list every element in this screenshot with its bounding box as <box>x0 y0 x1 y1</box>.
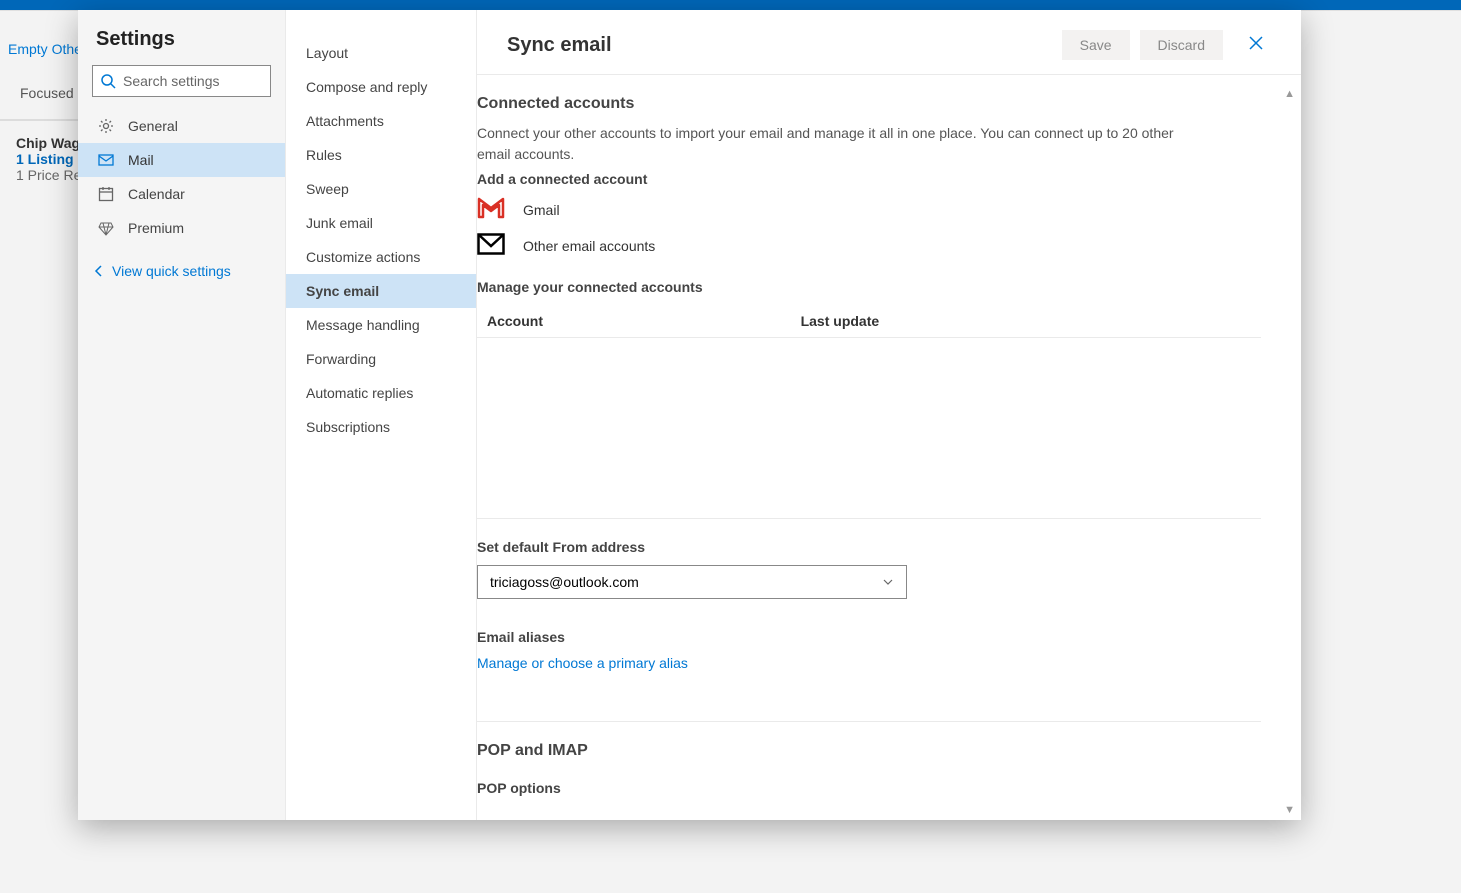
manage-primary-alias-link[interactable]: Manage or choose a primary alias <box>477 655 1261 671</box>
sidebar-item-premium[interactable]: Premium <box>78 211 285 245</box>
add-gmail-account[interactable]: Gmail <box>477 197 1261 219</box>
col-account: Account <box>477 305 791 338</box>
add-other-email-account[interactable]: Other email accounts <box>477 233 1261 255</box>
search-settings[interactable] <box>92 65 271 97</box>
settings-sidebar: Settings General Mail Calendar Premium V… <box>78 10 286 820</box>
panel-body[interactable]: Connected accounts Connect your other ac… <box>477 75 1301 820</box>
save-button[interactable]: Save <box>1062 30 1130 60</box>
label: Calendar <box>128 186 185 202</box>
connected-accounts-heading: Connected accounts <box>477 95 1261 113</box>
subnav-rules[interactable]: Rules <box>286 138 476 172</box>
connected-accounts-table: Account Last update <box>477 305 1261 338</box>
search-input[interactable] <box>92 65 271 97</box>
diamond-icon <box>98 220 114 236</box>
empty-other-link: Empty Othe <box>8 41 82 57</box>
panel-header: Sync email Save Discard <box>477 10 1301 75</box>
settings-panel: Sync email Save Discard ▲ Connected acco… <box>477 10 1301 820</box>
search-icon <box>100 73 116 89</box>
discard-button[interactable]: Discard <box>1140 30 1223 60</box>
subnav-attachments[interactable]: Attachments <box>286 104 476 138</box>
connected-accounts-desc: Connect your other accounts to import yo… <box>477 123 1197 165</box>
subnav-customize-actions[interactable]: Customize actions <box>286 240 476 274</box>
subnav-message-handling[interactable]: Message handling <box>286 308 476 342</box>
focused-tab: Focused <box>20 85 74 113</box>
gear-icon <box>98 118 114 134</box>
manage-accounts-heading: Manage your connected accounts <box>477 279 1261 295</box>
pop-options-heading: POP options <box>477 780 1261 796</box>
label: Other email accounts <box>523 234 655 254</box>
divider <box>477 518 1261 519</box>
calendar-icon <box>98 186 114 202</box>
scroll-down-icon: ▼ <box>1284 804 1295 816</box>
label: Gmail <box>523 198 560 218</box>
default-from-heading: Set default From address <box>477 539 1261 555</box>
sidebar-item-general[interactable]: General <box>78 109 285 143</box>
col-last-update: Last update <box>791 305 1261 338</box>
divider <box>477 721 1261 722</box>
pop-imap-heading: POP and IMAP <box>477 742 1261 760</box>
sidebar-item-mail[interactable]: Mail <box>78 143 285 177</box>
dropdown-value: triciagoss@outlook.com <box>490 574 639 590</box>
settings-title: Settings <box>78 28 285 65</box>
close-button[interactable] <box>1241 34 1271 57</box>
close-icon <box>1247 34 1265 52</box>
subnav-layout[interactable]: Layout <box>286 36 476 70</box>
label: Mail <box>128 152 154 168</box>
label: View quick settings <box>112 263 231 279</box>
subnav-automatic-replies[interactable]: Automatic replies <box>286 376 476 410</box>
sidebar-item-calendar[interactable]: Calendar <box>78 177 285 211</box>
app-header-bar <box>0 0 1461 10</box>
subnav-sync-email[interactable]: Sync email <box>286 274 476 308</box>
label: Premium <box>128 220 184 236</box>
subnav-compose-reply[interactable]: Compose and reply <box>286 70 476 104</box>
settings-modal: Settings General Mail Calendar Premium V… <box>78 10 1301 820</box>
subnav-junk-email[interactable]: Junk email <box>286 206 476 240</box>
add-connected-account-label: Add a connected account <box>477 171 1261 187</box>
chevron-left-icon <box>92 264 106 278</box>
gmail-icon <box>477 197 505 219</box>
email-aliases-heading: Email aliases <box>477 629 1261 645</box>
subnav-subscriptions[interactable]: Subscriptions <box>286 410 476 444</box>
default-from-dropdown[interactable]: triciagoss@outlook.com <box>477 565 907 599</box>
panel-title: Sync email <box>507 34 1062 57</box>
mail-subnav: Layout Compose and reply Attachments Rul… <box>286 10 477 820</box>
subnav-sweep[interactable]: Sweep <box>286 172 476 206</box>
envelope-icon <box>477 233 505 255</box>
label: General <box>128 118 178 134</box>
chevron-down-icon <box>882 576 894 588</box>
subnav-forwarding[interactable]: Forwarding <box>286 342 476 376</box>
view-quick-settings[interactable]: View quick settings <box>78 251 285 291</box>
mail-icon <box>98 152 114 168</box>
